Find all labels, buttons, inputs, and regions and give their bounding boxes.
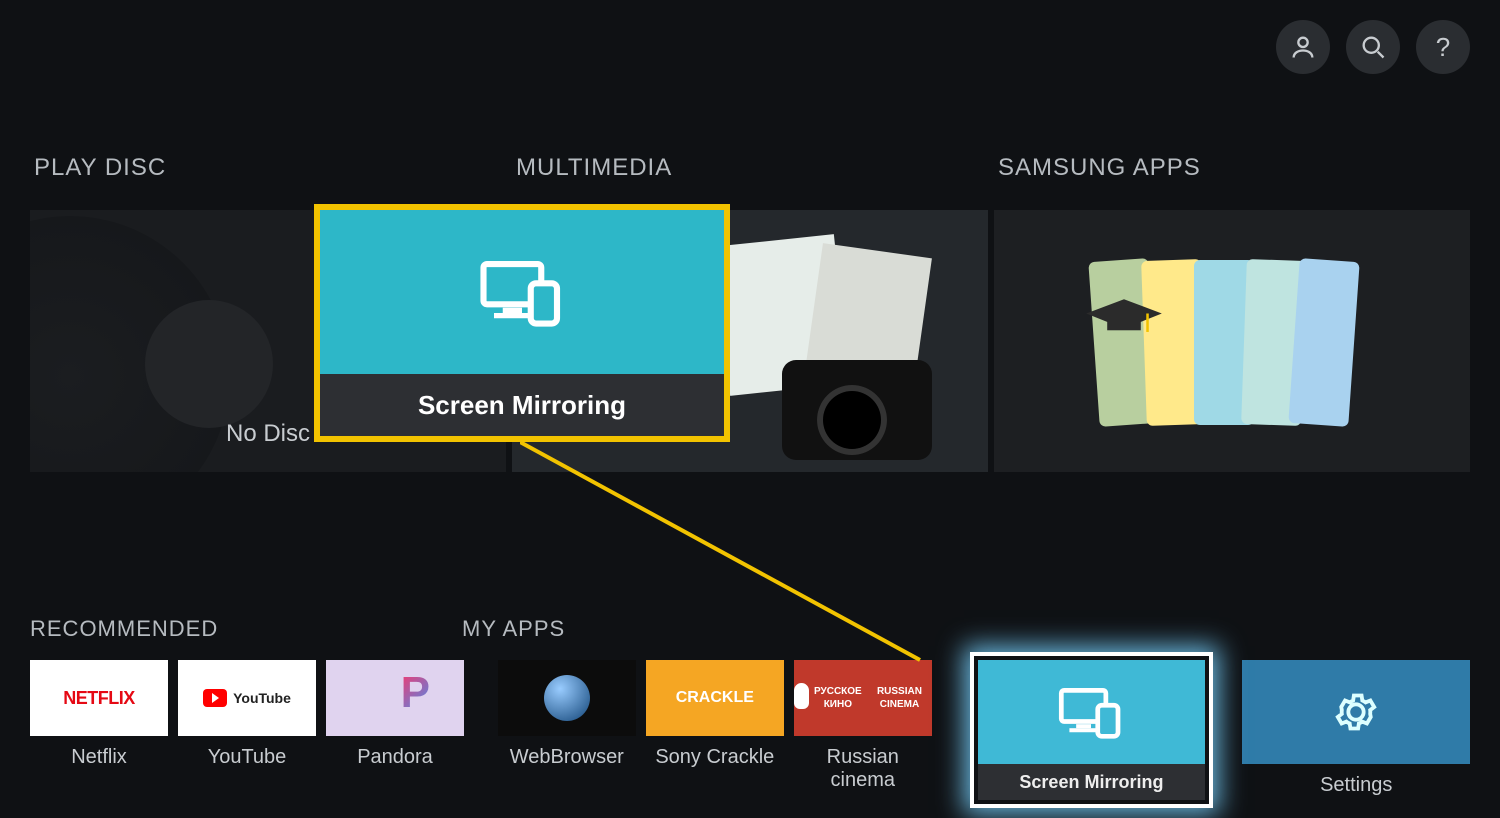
profile-button[interactable] — [1276, 20, 1330, 74]
pandora-thumb-text: P — [401, 668, 430, 718]
multimedia-header: MULTIMEDIA — [512, 154, 988, 182]
globe-icon — [544, 675, 590, 721]
app-screen-mirroring[interactable]: Screen Mirroring — [978, 660, 1206, 800]
russian-cinema-thumb-line2: RUSSIAN CINEMA — [867, 685, 932, 711]
settings-thumb — [1242, 660, 1470, 764]
samsung-apps-header: SAMSUNG APPS — [994, 154, 1470, 182]
app-russian-cinema[interactable]: РУССКОЕ КИНО RUSSIAN CINEMA Russian cine… — [794, 660, 932, 800]
youtube-label: YouTube — [178, 746, 316, 769]
callout-label: Screen Mirroring — [320, 374, 724, 436]
pandora-label: Pandora — [326, 746, 464, 769]
app-crackle[interactable]: CRACKLE Sony Crackle — [646, 660, 784, 800]
netflix-thumb: NETFLIX — [30, 660, 168, 736]
app-webbrowser[interactable]: WebBrowser — [498, 660, 636, 800]
youtube-thumb-text: YouTube — [233, 690, 291, 706]
help-icon: ? — [1436, 32, 1450, 63]
app-youtube[interactable]: YouTube YouTube — [178, 660, 316, 800]
app-pandora[interactable]: P Pandora — [326, 660, 464, 800]
webbrowser-label: WebBrowser — [498, 746, 636, 769]
pandora-thumb: P — [326, 660, 464, 736]
app-netflix[interactable]: NETFLIX Netflix — [30, 660, 168, 800]
russian-cinema-thumb: РУССКОЕ КИНО RUSSIAN CINEMA — [794, 660, 932, 736]
help-button[interactable]: ? — [1416, 20, 1470, 74]
profile-icon — [1289, 33, 1317, 61]
screen-mirroring-callout[interactable]: Screen Mirroring — [314, 204, 730, 442]
recommended-header: RECOMMENDED — [30, 616, 462, 642]
app-row: NETFLIX Netflix YouTube YouTube P Pandor… — [30, 660, 1470, 800]
gear-icon — [1333, 689, 1379, 735]
search-button[interactable] — [1346, 20, 1400, 74]
main-sections: PLAY DISC No Disc MULTIMEDIA SAMSUNG APP… — [30, 154, 1470, 472]
screen-mirroring-thumb — [978, 660, 1206, 764]
search-icon — [1359, 33, 1387, 61]
screen-mirroring-icon — [477, 257, 567, 327]
section-samsung-apps: SAMSUNG APPS — [994, 154, 1470, 472]
my-apps-header: MY APPS — [462, 616, 565, 642]
youtube-play-icon — [203, 689, 227, 707]
callout-art — [320, 210, 724, 374]
russian-cinema-thumb-line1: РУССКОЕ КИНО — [809, 685, 867, 711]
samsung-apps-tile[interactable] — [994, 210, 1470, 472]
crackle-label: Sony Crackle — [646, 746, 784, 769]
crackle-thumb: CRACKLE — [646, 660, 784, 736]
top-icon-bar: ? — [1276, 20, 1470, 74]
graduation-cap-icon — [1079, 295, 1169, 337]
screen-mirroring-caption: Screen Mirroring — [978, 764, 1206, 800]
play-disc-header: PLAY DISC — [30, 154, 506, 182]
netflix-label: Netflix — [30, 746, 168, 769]
webbrowser-thumb — [498, 660, 636, 736]
russian-cinema-label: Russian cinema — [794, 746, 932, 792]
screen-mirroring-icon — [1056, 685, 1126, 739]
youtube-thumb: YouTube — [178, 660, 316, 736]
samsung-apps-art — [994, 210, 1470, 472]
bottom-area: RECOMMENDED MY APPS NETFLIX Netflix YouT… — [30, 616, 1470, 800]
matryoshka-icon — [794, 683, 809, 709]
app-settings[interactable]: Settings — [1242, 660, 1470, 800]
settings-label: Settings — [1242, 774, 1470, 797]
